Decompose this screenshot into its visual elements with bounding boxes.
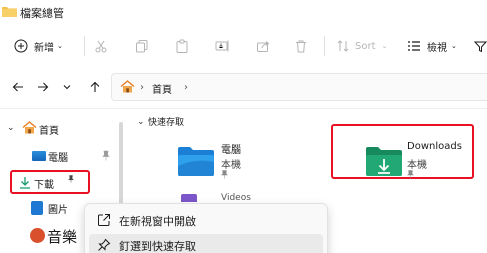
downloads-folder-icon[interactable] [366, 146, 402, 176]
new-button[interactable]: 新增 ⌄ [14, 26, 63, 66]
rename-button[interactable] [215, 26, 230, 66]
window-title: 檔案總管 [20, 7, 64, 20]
sidebar-item-home[interactable]: ⌄ 首頁 [0, 118, 118, 140]
recent-locations-button[interactable] [57, 77, 77, 97]
home-icon [22, 121, 37, 134]
back-button[interactable] [8, 77, 28, 97]
command-bar: 新增 ⌄ Sort ⌄ 檢視 ⌄ [0, 26, 487, 66]
folder-icon [2, 7, 17, 17]
breadcrumb-separator: › [140, 82, 144, 93]
plus-circle-icon [14, 39, 28, 53]
tile-name: Downloads [407, 141, 462, 152]
arrow-right-icon [38, 82, 49, 92]
sidebar-item-label: 音樂 [47, 228, 78, 246]
open-new-window-icon [98, 214, 110, 226]
view-button[interactable]: 檢視 ⌄ [407, 26, 457, 66]
menu-item-pin-to-quick-access[interactable]: 釘選到快速存取 [89, 234, 323, 253]
home-icon [120, 80, 135, 93]
share-icon [257, 41, 270, 52]
highlight-downloads-sidebar [10, 170, 90, 194]
music-icon [30, 228, 45, 243]
view-button-label: 檢視 [427, 42, 447, 54]
menu-item-label: 釘選到快速存取 [119, 240, 196, 253]
arrow-up-icon [90, 81, 100, 92]
up-button[interactable] [85, 77, 105, 97]
sort-button-label: Sort [355, 40, 376, 52]
trash-icon [296, 40, 306, 53]
filter-button[interactable] [474, 26, 487, 66]
pin-icon [98, 238, 111, 251]
title-bar: 檔案總管 [0, 0, 487, 26]
context-menu: 在新視窗中開啟 釘選到快速存取 [84, 203, 328, 253]
videos-folder-icon[interactable] [181, 194, 197, 202]
sort-button[interactable]: Sort ⌄ [336, 26, 387, 66]
chevron-down-icon [63, 85, 71, 90]
tile-name: 電腦 [221, 145, 241, 156]
breadcrumb-separator[interactable]: › [184, 82, 188, 93]
pin-icon [407, 170, 414, 179]
pin-icon [221, 170, 228, 179]
new-dropdown-icon: ⌄ [57, 42, 63, 50]
tile-location: 本機 [407, 160, 427, 171]
tile-name: Videos [221, 193, 251, 203]
paste-button[interactable] [175, 26, 189, 66]
toolbar-separator [84, 36, 85, 56]
sort-dropdown-icon: ⌄ [381, 42, 388, 50]
delete-button[interactable] [294, 26, 308, 66]
arrow-left-icon [12, 82, 23, 92]
pin-icon [102, 150, 110, 161]
sort-arrows-icon [337, 40, 349, 52]
scissors-icon [95, 40, 107, 53]
navigation-bar: › 首頁 › [0, 66, 487, 108]
clipboard-icon [176, 39, 188, 53]
sidebar-item-label: 首頁 [39, 126, 59, 137]
cut-button[interactable] [94, 26, 108, 66]
chevron-down-icon[interactable]: ⌄ [7, 123, 15, 133]
share-button[interactable] [256, 26, 270, 66]
sidebar-item-label: 電腦 [48, 153, 68, 164]
view-dropdown-icon: ⌄ [451, 42, 457, 50]
filter-icon [474, 41, 487, 52]
copy-icon [136, 40, 148, 53]
menu-item-open-new-window[interactable]: 在新視窗中開啟 [89, 209, 323, 231]
rename-icon [215, 40, 229, 52]
sidebar-item-desktop[interactable]: 電腦 [0, 145, 118, 167]
breadcrumb-home[interactable]: 首頁 [152, 81, 172, 96]
toolbar-separator [324, 36, 325, 56]
section-header-quick-access[interactable]: 快速存取 [148, 115, 184, 128]
chevron-down-icon[interactable]: ⌄ [137, 117, 145, 127]
tile-location: 本機 [221, 160, 241, 171]
address-bar[interactable]: › 首頁 › [111, 73, 487, 101]
sidebar-item-label: 圖片 [48, 205, 68, 216]
desktop-folder-icon[interactable] [178, 146, 214, 176]
desktop-folder-icon [32, 151, 46, 161]
copy-button[interactable] [135, 26, 149, 66]
menu-item-label: 在新視窗中開啟 [119, 215, 196, 228]
new-button-label: 新增 [34, 42, 54, 54]
forward-button[interactable] [33, 77, 53, 97]
pictures-icon [31, 201, 43, 215]
view-list-icon [408, 41, 420, 51]
